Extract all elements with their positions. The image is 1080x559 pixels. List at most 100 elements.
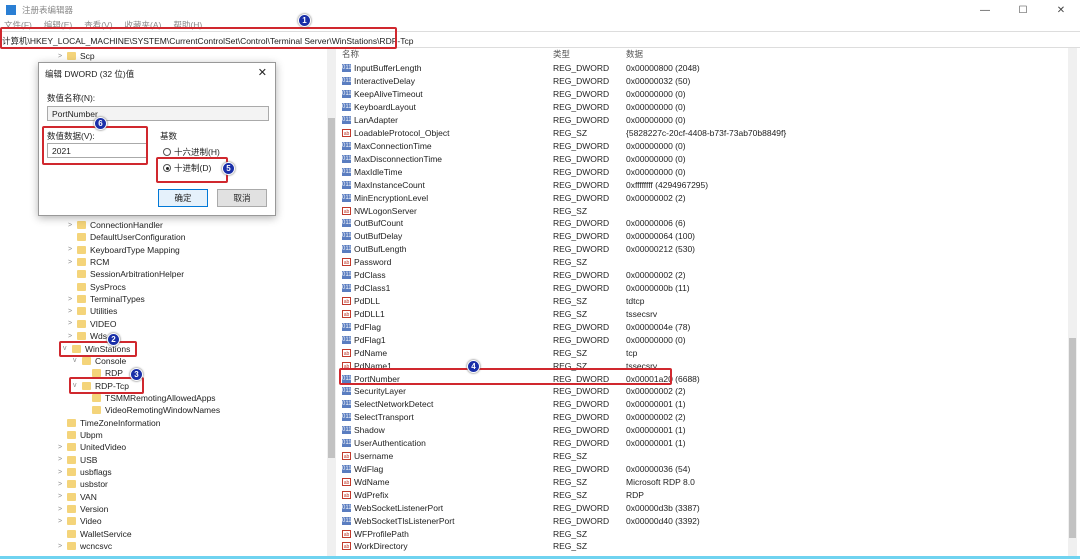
value-row[interactable]: ab WFProfilePath REG_SZ [338, 527, 1068, 540]
value-row[interactable]: ab PdDLL REG_SZ tdtcp [338, 295, 1068, 308]
expand-arrow-icon[interactable]: > [68, 333, 77, 340]
tree-item[interactable]: > VIDEO [68, 318, 116, 330]
value-row[interactable]: 011 WdFlag REG_DWORD 0x00000036 (54) [338, 463, 1068, 476]
value-row[interactable]: ab PdDLL1 REG_SZ tssecsrv [338, 307, 1068, 320]
value-row[interactable]: 011 Shadow REG_DWORD 0x00000001 (1) [338, 424, 1068, 437]
dword-value-icon: 011 [342, 90, 352, 99]
value-row[interactable]: 011 InteractiveDelay REG_DWORD 0x00000032 (… [338, 75, 1068, 88]
expand-arrow-icon[interactable]: > [68, 259, 77, 266]
tree-item[interactable]: > ConnectionHandler [68, 219, 163, 231]
value-row[interactable]: 011 SelectTransport REG_DWORD 0x00000002 (2… [338, 411, 1068, 424]
folder-icon [77, 270, 86, 279]
column-name[interactable]: 名称 [342, 48, 359, 60]
tree-item[interactable]: > UnitedVideo [58, 441, 126, 453]
expand-arrow-icon[interactable]: > [68, 246, 77, 253]
value-row[interactable]: 011 MinEncryptionLevel REG_DWORD 0x00000002… [338, 191, 1068, 204]
expand-arrow-icon[interactable]: > [58, 444, 67, 451]
value-row[interactable]: 011 PdFlag REG_DWORD 0x0000004e (78) [338, 320, 1068, 333]
tree-item[interactable]: > usbflags [58, 466, 112, 478]
expand-arrow-icon[interactable]: > [58, 456, 67, 463]
value-row[interactable]: 011 KeepAliveTimeout REG_DWORD 0x00000000 (… [338, 88, 1068, 101]
value-row[interactable]: 011 SecurityLayer REG_DWORD 0x00000002 (2) [338, 385, 1068, 398]
tree-item[interactable]: WalletService [58, 528, 132, 540]
value-row[interactable]: ab WdPrefix REG_SZ RDP [338, 488, 1068, 501]
value-row[interactable]: 011 MaxInstanceCount REG_DWORD 0xffffffff (… [338, 178, 1068, 191]
tree-item[interactable]: SysProcs [68, 281, 126, 293]
expand-arrow-icon[interactable]: > [68, 296, 77, 303]
folder-icon [67, 52, 76, 60]
value-data: 0x00000000 (0) [626, 153, 686, 164]
value-row[interactable]: ab NWLogonServer REG_SZ [338, 204, 1068, 217]
expand-arrow-icon[interactable]: > [58, 469, 67, 476]
tree-item[interactable]: > wcncsvc [58, 540, 112, 552]
value-row[interactable]: 011 OutBufLength REG_DWORD 0x00000212 (530) [338, 243, 1068, 256]
expand-arrow-icon[interactable]: > [68, 308, 77, 315]
value-data: 0x00000d3b (3387) [626, 502, 700, 513]
string-value-icon: ab [342, 348, 351, 357]
tree-item[interactable]: > TerminalTypes [68, 293, 145, 305]
value-row[interactable]: 011 KeyboardLayout REG_DWORD 0x00000000 (0) [338, 101, 1068, 114]
tree-item[interactable]: > Scp [58, 50, 95, 62]
tree-item[interactable]: VideoRemotingWindowNames [83, 404, 220, 416]
value-row[interactable]: 011 MaxConnectionTime REG_DWORD 0x00000000 … [338, 140, 1068, 153]
expand-arrow-icon[interactable]: v [73, 357, 82, 364]
column-data[interactable]: 数据 [626, 48, 643, 60]
value-row[interactable]: 011 LanAdapter REG_DWORD 0x00000000 (0) [338, 114, 1068, 127]
tree-item[interactable]: > Utilities [68, 305, 117, 317]
value-row[interactable]: 011 MaxIdleTime REG_DWORD 0x00000000 (0) [338, 165, 1068, 178]
value-type: REG_DWORD [553, 166, 610, 177]
value-row[interactable]: 011 OutBufDelay REG_DWORD 0x00000064 (100) [338, 230, 1068, 243]
value-name: Password [354, 257, 392, 268]
tree-item[interactable]: > RCM [68, 256, 109, 268]
value-row[interactable]: 011 SelectNetworkDetect REG_DWORD 0x0000000… [338, 398, 1068, 411]
tree-item[interactable]: > usbstor [58, 478, 108, 490]
cancel-button[interactable]: 取消 [217, 189, 267, 207]
value-row[interactable]: 011 MaxDisconnectionTime REG_DWORD 0x000000… [338, 152, 1068, 165]
column-type[interactable]: 类型 [553, 48, 570, 60]
value-row[interactable]: ab Username REG_SZ [338, 450, 1068, 463]
value-row[interactable]: 011 InputBufferLength REG_DWORD 0x00000800 … [338, 62, 1068, 75]
minimize-button[interactable]: — [966, 0, 1004, 20]
maximize-button[interactable]: ☐ [1004, 0, 1042, 20]
value-row[interactable]: 011 OutBufCount REG_DWORD 0x00000006 (6) [338, 217, 1068, 230]
value-row[interactable]: ab PdName REG_SZ tcp [338, 346, 1068, 359]
value-row[interactable]: ab Password REG_SZ [338, 256, 1068, 269]
expand-arrow-icon[interactable]: > [68, 222, 77, 229]
value-row[interactable]: ab WorkDirectory REG_SZ [338, 540, 1068, 553]
value-row[interactable]: 011 PdClass REG_DWORD 0x00000002 (2) [338, 269, 1068, 282]
value-row[interactable]: 011 UserAuthentication REG_DWORD 0x00000001… [338, 437, 1068, 450]
tree-item[interactable]: Ubpm [58, 429, 103, 441]
value-row[interactable]: ab LoadableProtocol_Object REG_SZ {5828227c… [338, 127, 1068, 140]
tree-item[interactable]: > Version [58, 503, 108, 515]
ok-button[interactable]: 确定 [158, 189, 208, 207]
tree-scrollbar[interactable] [327, 48, 336, 556]
tree-item[interactable]: DefaultUserConfiguration [68, 231, 185, 243]
dialog-close-icon[interactable]: ✕ [258, 66, 267, 79]
expand-arrow-icon[interactable]: > [58, 481, 67, 488]
expand-arrow-icon[interactable]: > [58, 506, 67, 513]
value-row[interactable]: 011 PdFlag1 REG_DWORD 0x00000000 (0) [338, 333, 1068, 346]
tree-item[interactable]: TimeZoneInformation [58, 417, 160, 429]
tree-item-label: ConnectionHandler [90, 220, 163, 230]
value-type: REG_SZ [553, 257, 588, 268]
value-row[interactable]: ab WdName REG_SZ Microsoft RDP 8.0 [338, 475, 1068, 488]
folder-icon [92, 369, 101, 378]
expand-arrow-icon[interactable]: > [58, 53, 67, 60]
list-scrollbar[interactable] [1068, 48, 1077, 556]
folder-icon [67, 492, 76, 501]
expand-arrow-icon[interactable]: > [58, 493, 67, 500]
tree-item[interactable]: > VAN [58, 491, 97, 503]
close-button[interactable]: ✕ [1042, 0, 1080, 20]
value-row[interactable]: 011 WebSocketTlsListenerPort REG_DWORD 0x00… [338, 514, 1068, 527]
expand-arrow-icon[interactable]: > [68, 320, 77, 327]
value-row[interactable]: 011 PdClass1 REG_DWORD 0x0000000b (11) [338, 282, 1068, 295]
expand-arrow-icon[interactable]: > [58, 543, 67, 550]
tree-item[interactable]: SessionArbitrationHelper [68, 268, 184, 280]
tree-item[interactable]: > Video [58, 515, 102, 527]
expand-arrow-icon[interactable]: > [58, 518, 67, 525]
tree-item[interactable]: > KeyboardType Mapping [68, 244, 180, 256]
value-row[interactable]: 011 WebSocketListenerPort REG_DWORD 0x00000… [338, 501, 1068, 514]
folder-icon [77, 245, 86, 254]
list-header: 名称 类型 数据 [338, 48, 1068, 60]
tree-item[interactable]: > USB [58, 454, 97, 466]
